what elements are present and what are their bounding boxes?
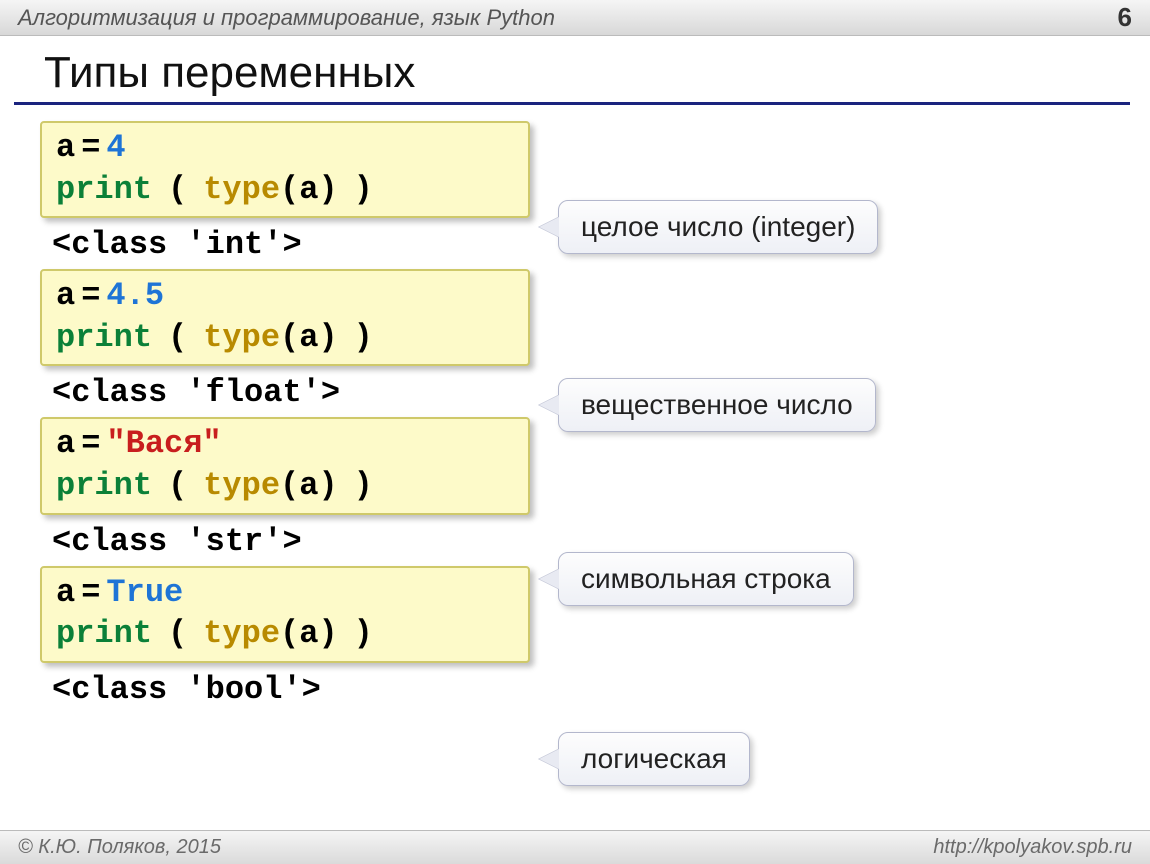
code-var: a: [56, 574, 75, 611]
paren-close: ): [354, 171, 373, 208]
code-line-print: print(type(a)): [56, 169, 514, 211]
example-block: a="Вася" print(type(a)) <class 'str'>: [40, 417, 1150, 559]
content-area: a=4 print(type(a)) <class 'int'> a=4.5 p…: [0, 121, 1150, 708]
code-value: True: [106, 574, 183, 611]
code-arg: a: [299, 467, 318, 504]
paren-open-inner: (: [280, 171, 299, 208]
callout-integer: целое число (integer): [558, 200, 878, 254]
code-line-print: print(type(a)): [56, 465, 514, 507]
paren-close-inner: ): [318, 171, 337, 208]
footer-bar: © К.Ю. Поляков, 2015 http://kpolyakov.sp…: [0, 830, 1150, 864]
code-line-print: print(type(a)): [56, 613, 514, 655]
code-value: 4: [106, 129, 125, 166]
code-var: a: [56, 129, 75, 166]
callout-str: символьная строка: [558, 552, 854, 606]
footer-right: http://kpolyakov.spb.ru: [933, 836, 1132, 859]
callout-bool: логическая: [558, 732, 750, 786]
print-keyword: print: [56, 319, 152, 356]
equals-sign: =: [75, 129, 106, 166]
equals-sign: =: [75, 425, 106, 462]
type-fn: type: [203, 171, 280, 208]
code-box: a="Вася" print(type(a)): [40, 417, 530, 514]
code-var: a: [56, 425, 75, 462]
output-text: <class 'bool'>: [52, 671, 1150, 708]
code-box: a=4.5 print(type(a)): [40, 269, 530, 366]
code-line-print: print(type(a)): [56, 317, 514, 359]
equals-sign: =: [75, 574, 106, 611]
code-var: a: [56, 277, 75, 314]
code-arg: a: [299, 319, 318, 356]
code-arg: a: [299, 171, 318, 208]
callout-float: вещественное число: [558, 378, 876, 432]
code-box: a=True print(type(a)): [40, 566, 530, 663]
slide-title: Типы переменных: [14, 36, 1130, 105]
code-arg: a: [299, 615, 318, 652]
equals-sign: =: [75, 277, 106, 314]
header-title: Алгоритмизация и программирование, язык …: [18, 5, 555, 31]
code-value: "Вася": [106, 425, 221, 462]
code-box: a=4 print(type(a)): [40, 121, 530, 218]
code-line-assign: a=True: [56, 572, 514, 614]
page-number: 6: [1118, 2, 1132, 33]
code-line-assign: a="Вася": [56, 423, 514, 465]
code-line-assign: a=4.5: [56, 275, 514, 317]
print-keyword: print: [56, 171, 152, 208]
print-keyword: print: [56, 615, 152, 652]
code-line-assign: a=4: [56, 127, 514, 169]
print-keyword: print: [56, 467, 152, 504]
paren-open: (: [168, 171, 187, 208]
footer-left: © К.Ю. Поляков, 2015: [18, 836, 221, 859]
header-bar: Алгоритмизация и программирование, язык …: [0, 0, 1150, 36]
code-value: 4.5: [106, 277, 164, 314]
type-fn: type: [203, 319, 280, 356]
type-fn: type: [203, 467, 280, 504]
type-fn: type: [203, 615, 280, 652]
